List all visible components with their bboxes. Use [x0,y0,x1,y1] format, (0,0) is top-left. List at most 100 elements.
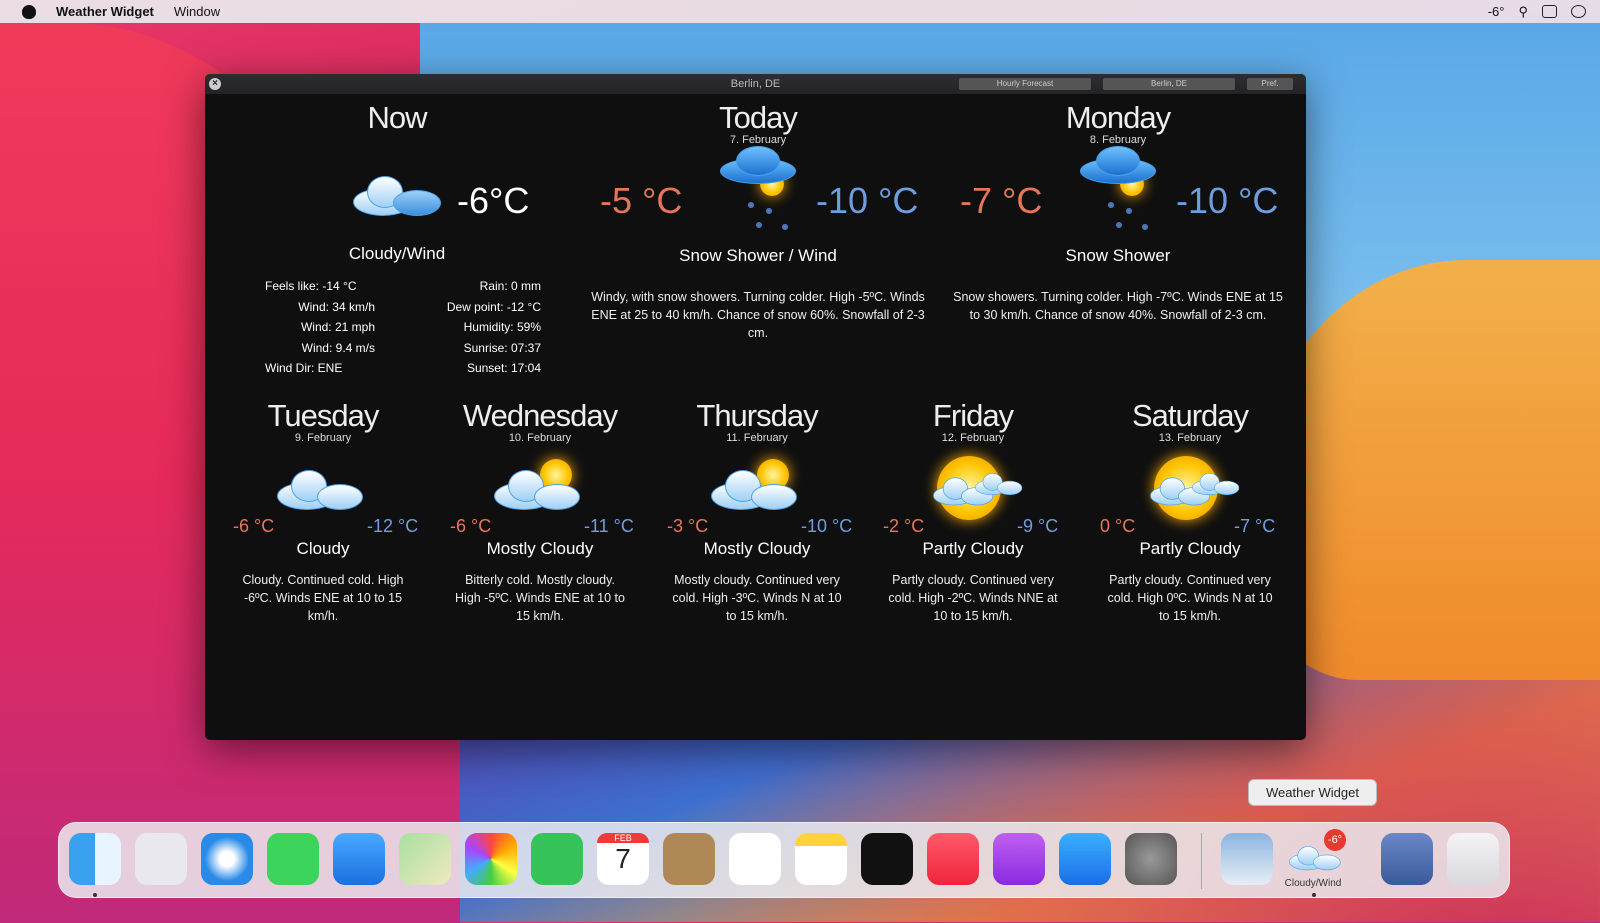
day-name: Tuesday [268,398,379,434]
high-temperature: 0 °C [1100,516,1135,537]
high-temperature: -7 °C [960,180,1042,222]
dock-finder-icon[interactable] [69,833,121,885]
snowflake-icon [756,222,762,228]
snowflake-icon [1142,224,1148,230]
siri-icon[interactable] [1571,5,1586,18]
wind-mph: Wind: 21 mph [265,317,375,338]
feels-like: Feels like: -14 °C [265,276,375,297]
dock-tooltip: Weather Widget [1248,779,1377,806]
dock-photos-icon[interactable] [465,833,517,885]
menu-window[interactable]: Window [174,4,220,19]
low-temperature: -9 °C [1017,516,1058,537]
humidity: Humidity: 59% [425,317,541,338]
day-name: Friday [933,398,1013,434]
search-icon[interactable]: ⚲ [1518,4,1528,20]
dock-preview-icon[interactable] [1221,833,1273,885]
wind-ms: Wind: 9.4 m/s [265,338,375,359]
snowflake-icon [1116,222,1122,228]
wind-direction: Wind Dir: ENE [265,358,375,379]
dock-notes-icon[interactable] [795,833,847,885]
location-button[interactable]: Berlin, DE [1103,78,1235,90]
dock-tv-icon[interactable] [861,833,913,885]
dock-safari-icon[interactable] [201,833,253,885]
calendar-day: 7 [597,843,649,875]
current-condition: Cloudy/Wind [349,244,445,264]
forecast-description: Mostly cloudy. Continued very cold. High… [668,571,846,625]
dock-app-store-icon[interactable] [1059,833,1111,885]
dew-point: Dew point: -12 °C [425,297,541,318]
now-label: Now [367,100,426,136]
sunset: Sunset: 17:04 [425,358,541,379]
snowflake-icon [782,224,788,230]
rain: Rain: 0 mm [425,276,541,297]
title-bar: × Berlin, DE Hourly Forecast Berlin, DE … [205,74,1306,94]
control-center-icon[interactable] [1542,5,1557,18]
sunrise: Sunrise: 07:37 [425,338,541,359]
calendar-month: FEB [597,833,649,843]
high-temperature: -2 °C [883,516,924,537]
forecast-header: Monday8. February [1066,100,1170,146]
dock-launchpad-icon[interactable] [135,833,187,885]
menu-bar: Weather Widget Window -6° ⚲ [0,0,1600,23]
low-temperature: -7 °C [1234,516,1275,537]
condition: Mostly Cloudy [704,539,811,559]
low-temperature: -10 °C [1176,180,1278,222]
condition: Snow Shower [1066,246,1171,266]
dock-weather-active-dot [1312,893,1316,897]
current-temperature: -6°C [457,180,529,222]
day-forecast-header: Thursday11. February [696,398,817,444]
condition: Cloudy [297,539,350,559]
high-temperature: -3 °C [667,516,708,537]
preferences-button[interactable]: Pref. [1247,78,1293,90]
day-forecast-header: Saturday13. February [1132,398,1248,444]
day-name: Thursday [696,398,817,434]
dock-facetime-icon[interactable] [531,833,583,885]
window-title: Berlin, DE [731,78,781,90]
dock-system-preferences-icon[interactable] [1125,833,1177,885]
day-forecast-header: Wednesday10. February [463,398,617,444]
dock-music-icon[interactable] [927,833,979,885]
forecast-description: Bitterly cold. Mostly cloudy. High -5ºC.… [451,571,629,625]
wind-kmh: Wind: 34 km/h [265,297,375,318]
day-name: Saturday [1132,398,1248,434]
day-date: 12. February [933,432,1013,444]
dock-trash-icon[interactable] [1447,833,1499,885]
low-temperature: -10 °C [816,180,918,222]
weather-window: × Berlin, DE Hourly Forecast Berlin, DE … [205,74,1306,740]
day-forecast-header: Tuesday9. February [268,398,379,444]
dock-calendar-icon[interactable]: FEB7 [597,833,649,885]
dock-messages-icon[interactable] [267,833,319,885]
day-name: Monday [1066,100,1170,136]
dock-finder-active-dot [93,893,97,897]
close-button[interactable]: × [209,78,221,90]
dock-separator [1201,833,1202,889]
weather-badge: -6° [1324,829,1346,851]
high-temperature: -5 °C [600,180,682,222]
details-left: Feels like: -14 °C Wind: 34 km/h Wind: 2… [265,276,375,379]
dock-maps-icon[interactable] [399,833,451,885]
hourly-forecast-button[interactable]: Hourly Forecast [959,78,1091,90]
forecast-header: Today7. February [719,100,797,146]
condition: Partly Cloudy [1139,539,1240,559]
menu-weather-status[interactable]: -6° [1488,4,1505,19]
dock-contacts-icon[interactable] [663,833,715,885]
dock-weather-label: Cloudy/Wind [1270,878,1356,889]
dock-mail-icon[interactable] [333,833,385,885]
snowflake-icon [1108,202,1114,208]
snowflake-icon [1126,208,1132,214]
forecast-description: Windy, with snow showers. Turning colder… [588,288,928,342]
dock-podcasts-icon[interactable] [993,833,1045,885]
day-name: Today [719,100,797,136]
forecast-description: Partly cloudy. Continued very cold. High… [1101,571,1279,625]
high-temperature: -6 °C [233,516,274,537]
day-forecast-header: Friday12. February [933,398,1013,444]
apple-icon[interactable] [22,5,36,19]
condition: Mostly Cloudy [487,539,594,559]
menu-app-name[interactable]: Weather Widget [56,4,154,19]
day-name: Wednesday [463,398,617,434]
condition: Partly Cloudy [922,539,1023,559]
dock-reminders-icon[interactable] [729,833,781,885]
condition: Snow Shower / Wind [679,246,837,266]
forecast-description: Partly cloudy. Continued very cold. High… [884,571,1062,625]
dock-downloads-folder-icon[interactable] [1381,833,1433,885]
